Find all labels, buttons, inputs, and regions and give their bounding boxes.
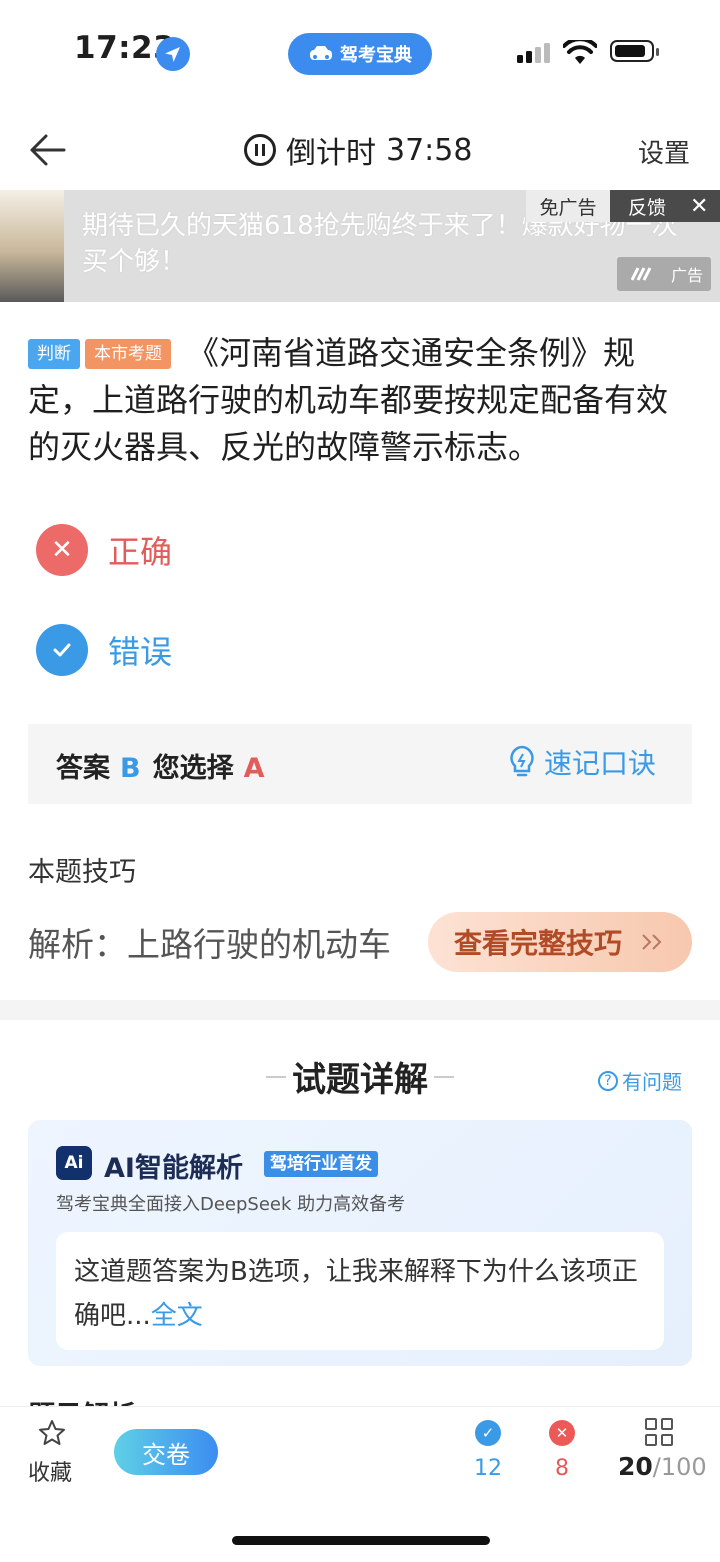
ai-analysis-title: AI智能解析: [104, 1153, 243, 1184]
wrong-count-value: 8: [555, 1456, 569, 1481]
option-b-label: 错误: [108, 633, 173, 671]
view-full-tips-label: 查看完整技巧: [454, 927, 623, 960]
ai-read-more-link[interactable]: 全文: [151, 1301, 203, 1331]
report-problem-link[interactable]: ? 有问题: [598, 1066, 682, 1095]
favorite-label[interactable]: 收藏: [28, 1455, 72, 1487]
timer-label: 倒计时: [286, 136, 376, 171]
correct-count-value: 12: [474, 1456, 502, 1481]
timer-value: 37:58: [386, 132, 473, 168]
remove-ads-button[interactable]: 免广告: [526, 190, 610, 222]
home-indicator[interactable]: [232, 1536, 490, 1545]
close-icon[interactable]: ✕: [690, 194, 708, 219]
tag-local-question: 本市考题: [85, 339, 171, 369]
answer-summary: 答案 B 您选择 A: [56, 746, 265, 785]
ai-subtitle: 驾考宝典全面接入DeepSeek 助力高效备考: [56, 1194, 406, 1215]
double-chevron-right-icon: [642, 934, 662, 950]
car-icon: [310, 46, 332, 60]
chosen-label: 您选择: [152, 753, 234, 784]
location-arrow-icon: [156, 37, 190, 71]
submit-exam-button[interactable]: 交卷: [114, 1429, 218, 1475]
ai-logo-icon: Ai: [56, 1146, 92, 1180]
ad-label: 广告: [617, 257, 711, 291]
countdown-timer[interactable]: 倒计时 37:58: [244, 128, 472, 172]
battery-tip: [656, 48, 659, 56]
correct-check-icon: [36, 624, 88, 676]
total-questions: /100: [652, 1453, 707, 1481]
wifi-icon: [562, 37, 598, 70]
cellular-signal-icon: [516, 42, 552, 68]
correct-check-icon: ✓: [475, 1420, 501, 1446]
tag-question-type: 判断: [28, 339, 80, 369]
correct-count[interactable]: ✓ 12: [463, 1418, 513, 1481]
app-badge-label: 驾考宝典: [340, 45, 412, 66]
current-question-number: 20: [618, 1452, 653, 1481]
question-mark-icon: ?: [598, 1070, 618, 1091]
ad-thumbnail: [0, 190, 64, 302]
memo-tips-button[interactable]: 速记口诀: [508, 742, 656, 782]
wrong-count[interactable]: ✕ 8: [537, 1418, 587, 1481]
pause-icon[interactable]: [244, 134, 276, 166]
settings-button[interactable]: 设置: [638, 133, 690, 170]
ai-analysis-text: 这道题答案为B选项，让我来解释下为什么该项正确吧...全文: [74, 1250, 654, 1338]
back-arrow-icon[interactable]: [28, 132, 68, 172]
ad-brand-icon: [630, 267, 652, 281]
question-text-block: 判断 本市考题 《河南省道路交通安全条例》规定，上道路行驶的机动车都要按规定配备有效…: [28, 330, 692, 471]
answer-value: B: [120, 753, 141, 784]
chosen-value: A: [243, 753, 265, 784]
option-a-label: 正确: [108, 533, 173, 571]
view-full-tips-button[interactable]: 查看完整技巧: [428, 912, 692, 972]
option-a[interactable]: ✕ 正确: [36, 524, 172, 576]
app-return-badge[interactable]: 驾考宝典: [288, 33, 432, 75]
memo-label: 速记口诀: [544, 747, 657, 780]
star-icon[interactable]: [28, 1418, 76, 1452]
lightbulb-icon: [510, 745, 534, 777]
answer-label: 答案: [56, 753, 110, 784]
question-grid-icon[interactable]: [645, 1418, 673, 1446]
report-problem-label: 有问题: [622, 1070, 682, 1094]
option-b[interactable]: 错误: [36, 624, 172, 676]
battery-icon: [610, 40, 654, 62]
ai-badge: 驾培行业首发: [264, 1151, 378, 1177]
tips-title: 本题技巧: [28, 857, 136, 888]
question-progress[interactable]: 20/100: [618, 1452, 707, 1481]
title-line-right: [434, 1076, 454, 1078]
wrong-x-icon: ✕: [36, 524, 88, 576]
wrong-x-icon: ✕: [549, 1420, 575, 1446]
section-divider: [0, 1000, 720, 1020]
